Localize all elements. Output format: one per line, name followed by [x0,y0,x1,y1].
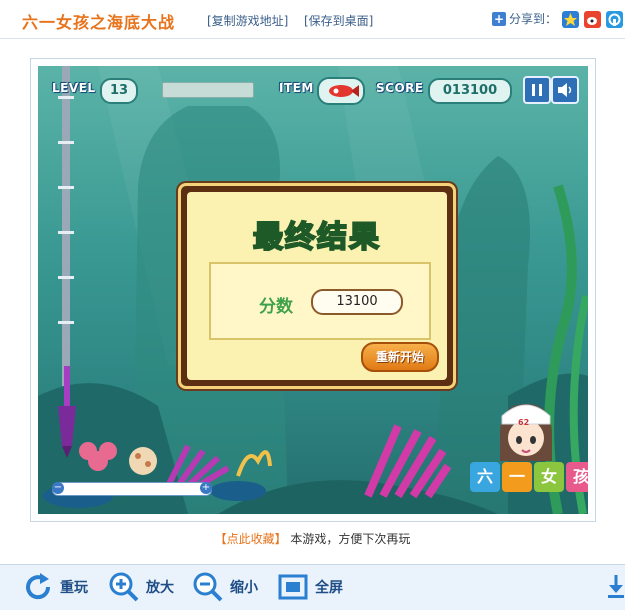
replay-button[interactable]: 重玩 [22,571,88,603]
slider-minus-icon[interactable]: − [52,482,64,494]
zoom-slider[interactable]: − + [52,482,212,496]
pause-button[interactable] [523,76,551,104]
bookmark-caption: 【点此收藏】 本游戏，方便下次再玩 [0,530,625,547]
player-badge: 62 [518,418,530,427]
bookmark-text: 本游戏，方便下次再玩 [290,532,411,546]
replay-label: 重玩 [60,580,88,596]
zoom-out-label: 缩小 [230,580,258,596]
result-title: 最终结果 [252,219,381,256]
item-slot [317,77,365,105]
sound-button[interactable] [551,76,579,104]
brand-logo: 六 一 女 孩 [470,462,588,492]
zoom-out-icon [193,572,223,602]
final-score-value: 13100 [311,289,403,315]
bookmark-link[interactable]: 【点此收藏】 [215,532,287,546]
score-panel: 分数 13100 [209,262,431,340]
level-value: 13 [100,78,138,104]
fullscreen-icon [278,574,308,600]
zoom-in-label: 放大 [146,580,174,596]
final-score-label: 分数 [259,297,293,317]
page-header: 六一女孩之海底大战 [复制游戏地址] [保存到桌面] + 分享到： [0,0,625,39]
game-canvas[interactable]: LEVEL 13 ITEM SCORE 013100 最终结果 分数 13100… [38,66,588,514]
qzone-share-icon[interactable] [562,11,579,28]
progress-bar [162,82,254,98]
bottom-toolbar: 重玩 放大 缩小 全屏 [0,564,625,610]
logo-char: 一 [502,462,532,492]
zoom-in-button[interactable]: 放大 [108,571,174,603]
copy-link-button[interactable]: [复制游戏地址] [207,12,288,29]
pause-icon [532,84,542,96]
download-icon [608,575,624,598]
result-dialog: 最终结果 分数 13100 重新开始 [178,183,456,389]
tencent-share-icon[interactable] [606,11,623,28]
logo-char: 孩 [566,462,588,492]
speaker-icon [558,83,572,97]
fullscreen-button[interactable]: 全屏 [277,571,343,603]
refresh-icon [26,573,51,600]
restart-button[interactable]: 重新开始 [361,342,439,372]
save-desktop-button[interactable]: [保存到桌面] [304,12,373,29]
item-label: ITEM [279,81,314,95]
zoom-in-icon [109,572,139,602]
zoom-out-button[interactable]: 缩小 [192,571,258,603]
logo-char: 六 [470,462,500,492]
level-label: LEVEL [52,81,96,95]
share-area: + 分享到： [492,10,557,27]
plus-icon[interactable]: + [492,11,506,26]
score-value: 013100 [428,78,512,104]
game-title: 六一女孩之海底大战 [22,13,176,32]
result-dialog-body: 最终结果 分数 13100 重新开始 [187,192,447,380]
share-label: 分享到： [509,12,558,26]
submarine-icon [329,85,359,97]
fullscreen-label: 全屏 [315,580,343,596]
slider-plus-icon[interactable]: + [200,482,212,494]
weibo-share-icon[interactable] [584,11,601,28]
score-label: SCORE [376,81,424,95]
download-button[interactable] [606,571,625,603]
logo-char: 女 [534,462,564,492]
